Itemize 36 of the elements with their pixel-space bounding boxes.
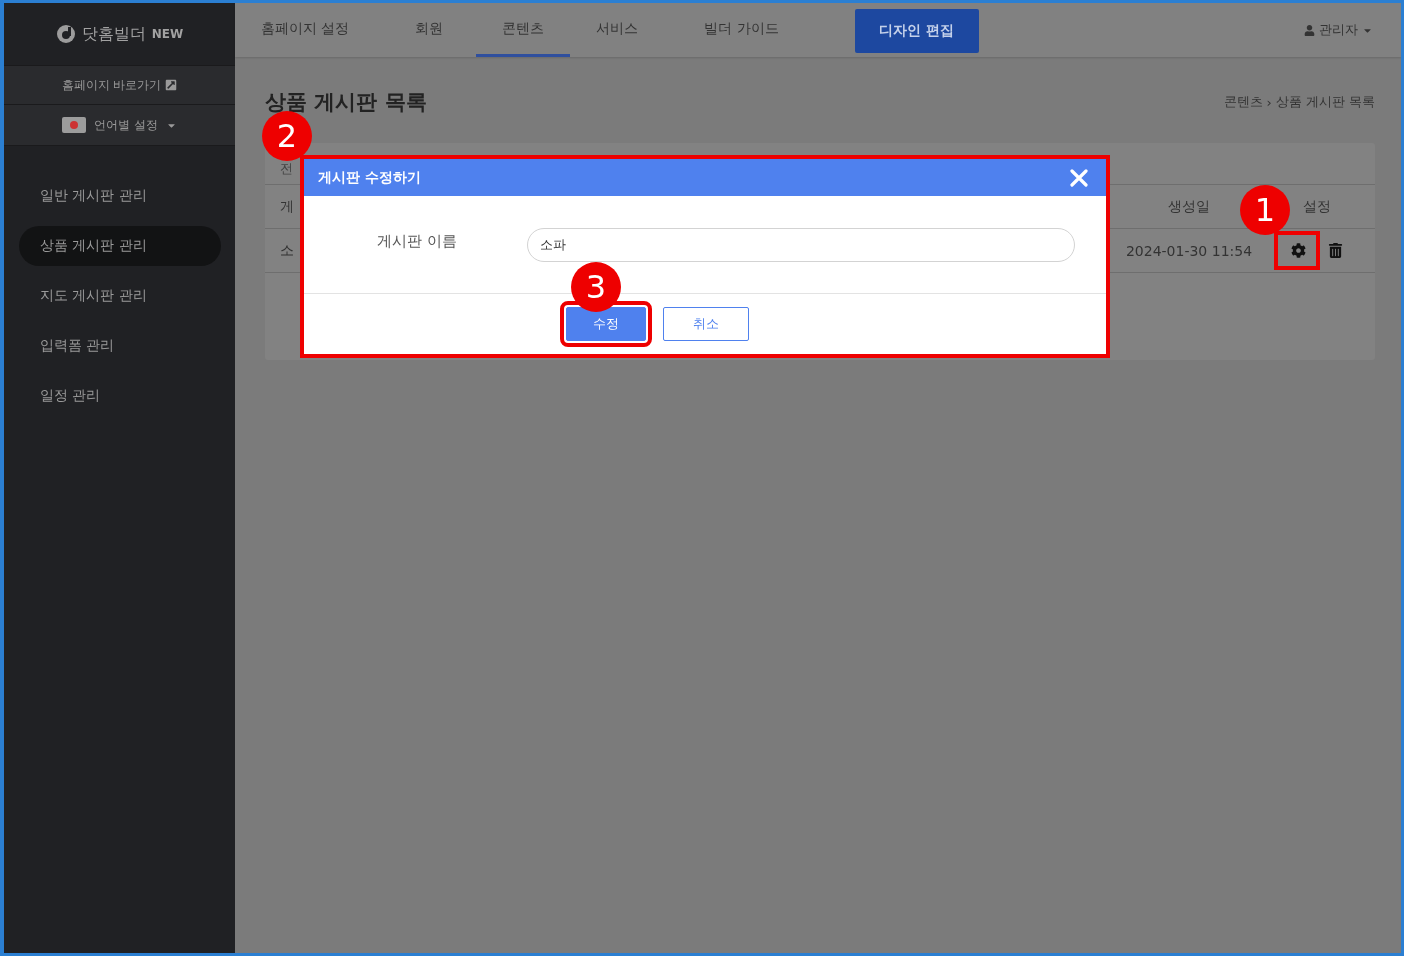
highlight-frame xyxy=(1274,231,1320,270)
nav-tab[interactable]: 회원 xyxy=(349,3,477,57)
table-cell: 소 xyxy=(280,241,294,260)
step-number-badge: 2 xyxy=(262,111,312,161)
field-label: 게시판 이름 xyxy=(376,231,457,251)
sidebar-item[interactable]: 일반 게시판 관리 xyxy=(19,176,221,216)
nav-tab[interactable]: 서비스 xyxy=(570,3,665,57)
column-header: 생성일 xyxy=(1168,197,1210,216)
dialog-title: 게시판 수정하기 xyxy=(318,168,421,187)
nav-tab[interactable]: 홈페이지 설정 xyxy=(261,3,350,57)
column-header: 설정 xyxy=(1303,197,1331,216)
settings-button[interactable] xyxy=(1291,243,1306,258)
trash-button[interactable] xyxy=(1328,243,1343,258)
nav-tab[interactable]: 콘텐츠 xyxy=(476,3,571,57)
sidebar-item[interactable]: 지도 게시판 관리 xyxy=(19,276,221,316)
sidebar-item[interactable]: 일정 관리 xyxy=(19,376,221,416)
user-menu[interactable]: 관리자 xyxy=(1304,3,1373,57)
design-edit-button[interactable]: 디자인 편집 xyxy=(854,9,979,53)
brand-suffix-label: NEW xyxy=(151,27,184,41)
cancel-button[interactable]: 취소 xyxy=(662,307,749,341)
breadcrumb-separator: › xyxy=(1266,94,1272,110)
sidebar-item[interactable]: 입력폼 관리 xyxy=(19,326,221,366)
table-cell: 2024-01-30 11:54 xyxy=(1125,242,1253,259)
board-name-field[interactable]: 소파 xyxy=(527,228,1075,262)
sidebar-item[interactable]: 상품 게시판 관리 xyxy=(19,226,221,266)
external-link-icon xyxy=(165,79,178,91)
column-header: 게 xyxy=(280,197,294,216)
breadcrumb-item[interactable]: 콘텐츠 xyxy=(1223,93,1263,111)
breadcrumb-item[interactable]: 상품 게시판 목록 xyxy=(1275,93,1375,111)
brand-name: 닷홈빌더 xyxy=(81,23,146,45)
logo-icon xyxy=(55,24,76,44)
close-button[interactable] xyxy=(1070,168,1088,187)
user-icon xyxy=(1304,24,1315,36)
flag-icon xyxy=(62,117,87,133)
table-summary: 전 xyxy=(280,162,293,175)
nav-tab[interactable]: 빌더 가이드 xyxy=(664,3,819,57)
